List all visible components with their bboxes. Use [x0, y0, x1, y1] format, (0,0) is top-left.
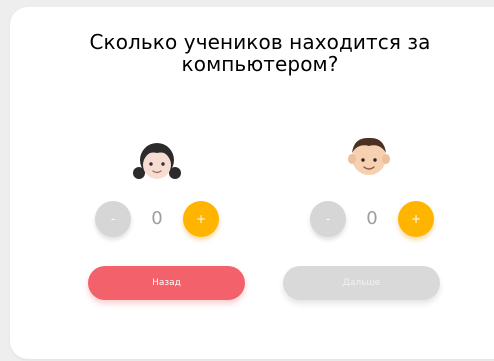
girl-counter: - 0 +	[95, 201, 235, 241]
boy-minus-button[interactable]: -	[310, 201, 346, 237]
boy-counter: - 0 +	[310, 201, 450, 241]
girl-plus-button[interactable]: +	[183, 201, 219, 237]
question-title-line-2: компьютером?	[181, 52, 339, 76]
boy-icon	[348, 137, 390, 175]
back-button[interactable]: Назад	[88, 266, 245, 300]
boy-count: 0	[366, 208, 378, 229]
girl-minus-button[interactable]: -	[95, 201, 131, 237]
question-title-line-1: Сколько учеников находится за	[89, 30, 431, 54]
boy-plus-button[interactable]: +	[398, 201, 434, 237]
next-button[interactable]: Дальше	[283, 266, 440, 300]
question-title: Сколько учеников находится за компьютеро…	[0, 31, 494, 75]
girl-icon	[133, 143, 181, 179]
girl-count: 0	[151, 208, 163, 229]
